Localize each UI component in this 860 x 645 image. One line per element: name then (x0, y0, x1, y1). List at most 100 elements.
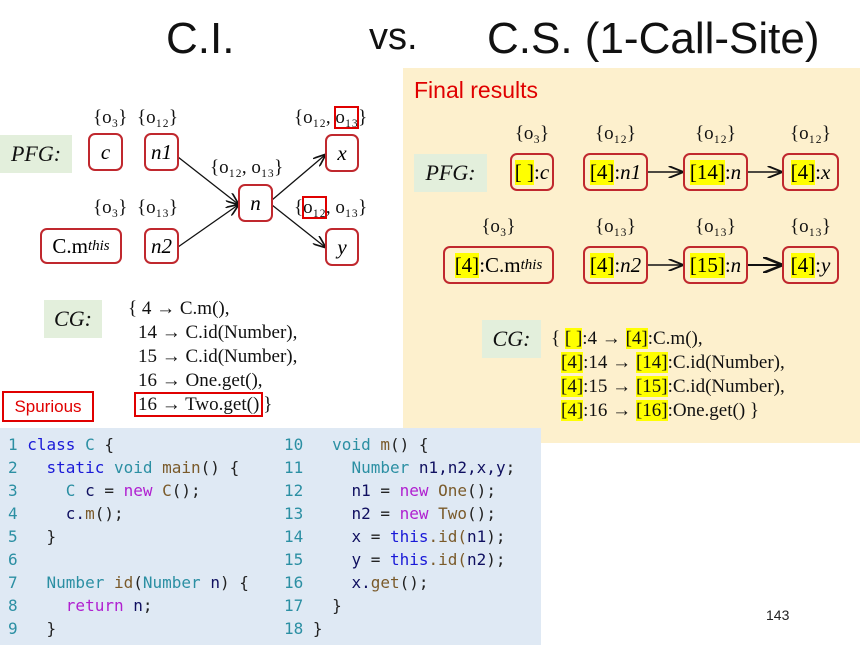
ci-cg-close: } (263, 394, 273, 415)
code-token: ) { (219, 573, 249, 592)
code-token: () { (389, 435, 429, 454)
code-token: = (104, 481, 124, 500)
code-token: = (380, 481, 400, 500)
code-token: } (312, 596, 342, 615)
ci-cg-spurious-line: 16 → Two.get() (134, 392, 264, 417)
node-variable: C.m (485, 252, 521, 277)
code-token: (); (467, 504, 496, 523)
code-line: 5 } (8, 525, 249, 548)
context-label: [4] (589, 252, 615, 278)
node-variable: n (730, 159, 742, 184)
code-line: 8 return n; (8, 594, 249, 617)
line-number: 12 (284, 481, 313, 500)
cs-cg-line: [4]:14 → [14]:C.id(Number), (551, 351, 785, 375)
points-to-set: {o₁₃} (790, 216, 831, 237)
context-label: [4] (790, 252, 816, 278)
line-number: 3 (8, 481, 28, 500)
line-number: 17 (284, 596, 313, 615)
call-site: :16 → (583, 400, 636, 421)
code-token: n1 (312, 481, 381, 500)
cs-pfg-node: [4]: x (782, 153, 839, 191)
context-label: [4] (454, 252, 480, 278)
code-token: = (370, 550, 390, 569)
code-line: 14 x = this.id(n1); (284, 525, 515, 548)
cs-pfg-node: [4]: C.m this (443, 246, 554, 284)
line-number: 4 (8, 504, 28, 523)
code-column-right: 10 void m() {11 Number n1,n2,x,y; 12 n1 =… (284, 433, 515, 640)
call-site: :4 → (582, 328, 626, 349)
code-line: 18 } (284, 617, 515, 640)
code-token: void (113, 458, 163, 477)
code-token: static (27, 458, 114, 477)
line-number: 13 (284, 504, 313, 523)
code-token: } (312, 619, 323, 638)
line-number: 9 (8, 619, 28, 638)
code-line: 11 Number n1,n2,x,y; (284, 456, 515, 479)
cs-call-graph: { [ ]:4 → [4]:C.m(), [4]:14 → [14]:C.id(N… (551, 327, 785, 423)
line-number: 14 (284, 527, 313, 546)
points-to-set: {o₁₂} (695, 123, 736, 144)
callee-context: [4] (625, 328, 648, 349)
code-token: } (27, 527, 57, 546)
code-token: Number (142, 573, 211, 592)
cs-pfg-node: [4]: n2 (583, 246, 648, 284)
code-token: (); (467, 481, 496, 500)
code-line: 2 static void main() { (8, 456, 249, 479)
line-number: 15 (284, 550, 313, 569)
code-token: n2 (312, 504, 381, 523)
node-variable: x (821, 159, 831, 184)
page-number: 143 (766, 607, 790, 623)
node-variable: n1 (620, 159, 642, 184)
code-token: ; (505, 458, 516, 477)
line-number: 18 (284, 619, 313, 638)
code-token: ); (486, 550, 506, 569)
cs-cg-label: CG: (482, 320, 541, 358)
code-token: y (312, 550, 371, 569)
code-token: () { (200, 458, 240, 477)
code-line: 4 c.m(); (8, 502, 249, 525)
code-token: new (399, 481, 439, 500)
code-token: = (380, 504, 400, 523)
callee-method: :C.id(Number), (667, 376, 785, 397)
code-token: Two (438, 504, 468, 523)
caller-context: [4] (561, 376, 584, 397)
code-line: 12 n1 = new One(); (284, 479, 515, 502)
code-line: 13 n2 = new Two(); (284, 502, 515, 525)
node-subscript: this (520, 256, 543, 273)
code-token: ; (142, 596, 153, 615)
ci-cg-line: 14 → C.id(Number), (138, 322, 298, 343)
context-label: [4] (589, 159, 615, 185)
line-number: 2 (8, 458, 28, 477)
code-line: 7 Number id(Number n) { (8, 571, 249, 594)
code-token: return (27, 596, 134, 615)
callee-context: [14] (635, 352, 668, 373)
code-token: Number (312, 458, 419, 477)
code-token: m (380, 435, 390, 454)
points-to-set: {o₃} (514, 123, 550, 144)
code-line: 17 } (284, 594, 515, 617)
callee-method: :One.get() } (667, 400, 760, 421)
code-token: n (133, 596, 143, 615)
code-token: new (399, 504, 439, 523)
callee-method: :C.m(), (647, 328, 703, 349)
cs-pfg-node: [15]: n (683, 246, 748, 284)
points-to-set: {o₁₃} (695, 216, 736, 237)
context-label: [15] (689, 252, 725, 278)
call-site: :15 → (583, 376, 636, 397)
caller-context: [4] (561, 400, 584, 421)
cs-cg-line: [4]:15 → [15]:C.id(Number), (551, 375, 785, 399)
code-token: main (162, 458, 201, 477)
node-variable: c (539, 159, 550, 184)
spurious-label: Spurious (2, 391, 94, 422)
code-token: this (389, 550, 429, 569)
code-token: get (370, 573, 400, 592)
code-line: 3 C c = new C(); (8, 479, 249, 502)
points-to-set: {o₁₃} (595, 216, 636, 237)
code-token: void (312, 435, 381, 454)
line-number: 5 (8, 527, 28, 546)
code-line: 10 void m() { (284, 433, 515, 456)
code-token: m (85, 504, 95, 523)
code-token: n1,n2,x,y (418, 458, 506, 477)
callee-context: [16] (635, 400, 668, 421)
code-token: c. (27, 504, 86, 523)
